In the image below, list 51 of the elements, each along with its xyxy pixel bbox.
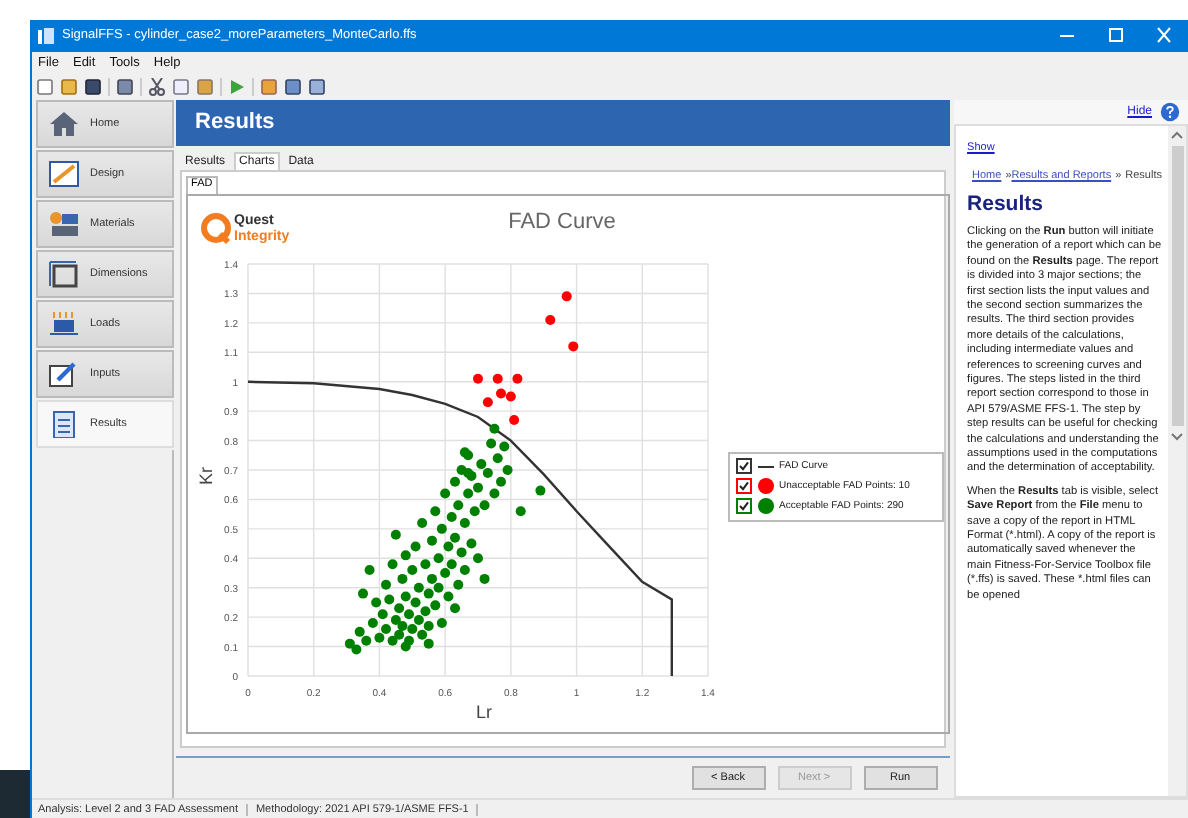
load-icon	[48, 309, 80, 338]
legend-dot	[757, 478, 774, 495]
house-icon	[48, 109, 80, 138]
scroll-up-icon[interactable]	[1170, 129, 1184, 142]
chart-icon[interactable]	[284, 77, 302, 96]
frame-icon	[48, 259, 80, 288]
chart-title: FAD Curve	[507, 209, 615, 234]
legend-checkbox[interactable]	[735, 498, 752, 515]
help-title: Results	[967, 191, 1045, 216]
axis-label: Kr	[195, 466, 216, 485]
data-point	[567, 341, 578, 352]
data-point	[478, 573, 489, 584]
data-point	[472, 373, 483, 384]
scissors-icon[interactable]	[148, 77, 166, 96]
data-point	[534, 485, 545, 496]
data-point	[481, 397, 492, 408]
save-icon[interactable]	[84, 77, 102, 96]
app-icon	[38, 27, 54, 44]
paste-icon[interactable]	[196, 77, 214, 96]
data-point	[560, 291, 571, 302]
data-point	[380, 579, 391, 590]
desktop-taskbar	[0, 770, 30, 818]
new-file-icon[interactable]	[36, 77, 54, 96]
play-icon[interactable]	[228, 77, 246, 96]
data-point	[488, 423, 499, 434]
data-point	[389, 529, 400, 540]
scrollbar[interactable]	[1168, 125, 1186, 797]
legend-line	[757, 465, 774, 468]
data-point	[491, 373, 502, 384]
data-point	[508, 414, 519, 425]
help-icon[interactable]	[1160, 101, 1180, 122]
pencil-icon	[48, 359, 80, 388]
printer-icon[interactable]	[116, 77, 134, 96]
legend-dot	[757, 498, 774, 515]
clipboard-icon	[48, 409, 80, 438]
data-point	[472, 553, 483, 564]
materials-icon	[48, 209, 80, 238]
copy-icon[interactable]	[172, 77, 190, 96]
scroll-down-icon[interactable]	[1170, 429, 1184, 442]
folder-icon[interactable]	[60, 77, 78, 96]
preview-icon[interactable]	[308, 77, 326, 96]
legend-checkbox[interactable]	[735, 478, 752, 495]
axis-label: Lr	[475, 701, 492, 722]
document-icon[interactable]	[260, 77, 278, 96]
page-title: Results	[195, 110, 275, 135]
data-point	[544, 314, 555, 325]
data-point	[363, 564, 374, 575]
data-point	[514, 506, 525, 516]
blueprint-icon	[48, 159, 80, 188]
data-point	[511, 373, 522, 384]
legend-checkbox[interactable]	[735, 458, 752, 475]
